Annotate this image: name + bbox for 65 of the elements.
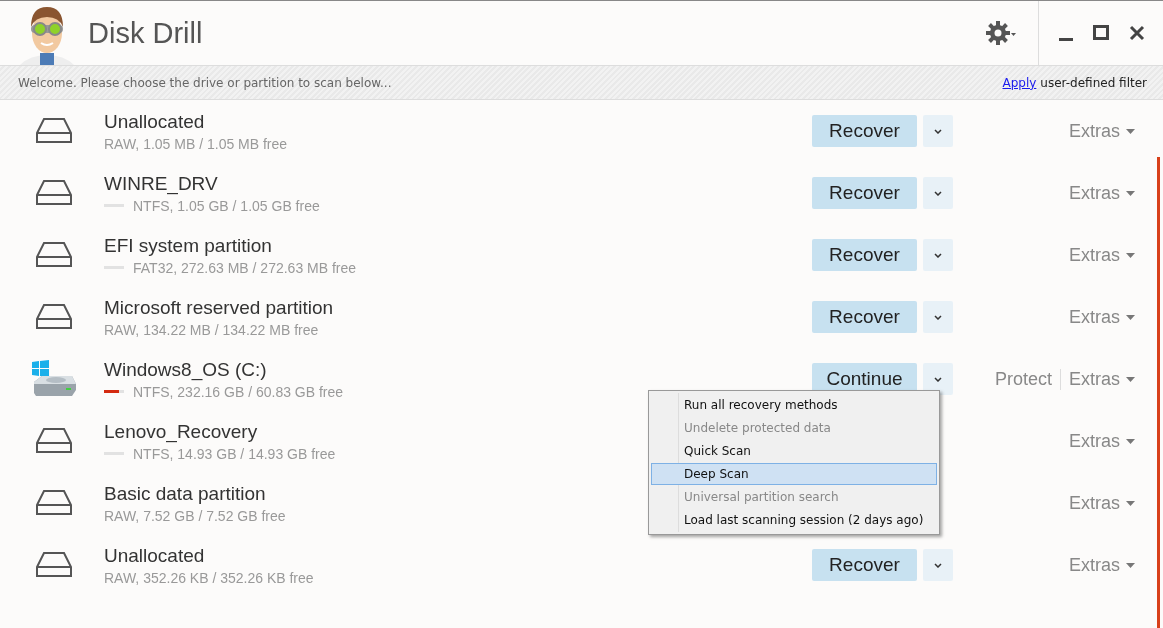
drive-name: Basic data partition xyxy=(104,482,266,505)
caret-down-icon xyxy=(1126,252,1135,258)
close-icon xyxy=(1129,25,1145,41)
chevron-down-icon xyxy=(934,562,942,568)
caret-down-icon xyxy=(1126,128,1135,134)
chevron-down-icon xyxy=(934,252,942,258)
scan-options-button[interactable] xyxy=(923,301,953,333)
caret-down-icon xyxy=(1126,376,1135,382)
welcome-message: Welcome. Please choose the drive or partition to scan below... xyxy=(18,75,392,90)
scan-button[interactable]: Recover xyxy=(812,301,917,333)
scan-options-button[interactable] xyxy=(923,115,953,147)
hard-drive-icon xyxy=(36,303,72,331)
chevron-down-icon xyxy=(934,376,942,382)
minimize-icon xyxy=(1059,37,1073,41)
scan-options-button[interactable] xyxy=(923,177,953,209)
drive-details: NTFS, 14.93 GB / 14.93 GB free xyxy=(133,445,336,462)
drive-name: Microsoft reserved partition xyxy=(104,296,334,319)
apply-filter-link[interactable]: Apply xyxy=(1002,75,1037,90)
drive-name: Unallocated xyxy=(104,544,205,567)
drive-name: Windows8_OS (C:) xyxy=(104,358,267,381)
scan-button[interactable]: Recover xyxy=(812,177,917,209)
hard-drive-icon xyxy=(36,241,72,269)
hard-drive-icon xyxy=(36,427,72,455)
chevron-down-icon xyxy=(934,128,942,134)
drive-details: RAW, 1.05 MB / 1.05 MB free xyxy=(104,135,288,152)
caret-down-icon xyxy=(1126,314,1135,320)
drive-details: RAW, 7.52 GB / 7.52 GB free xyxy=(104,507,286,524)
window-title: Disk Drill xyxy=(88,16,204,50)
caret-down-icon xyxy=(1126,190,1135,196)
drive-details: FAT32, 272.63 MB / 272.63 MB free xyxy=(133,259,357,276)
menu-item[interactable]: Run all recovery methods xyxy=(651,394,937,416)
scan-button[interactable]: Recover xyxy=(812,115,917,147)
settings-button[interactable] xyxy=(986,21,1018,45)
caret-down-icon xyxy=(1126,438,1135,444)
hard-drive-icon xyxy=(36,551,72,579)
hard-drive-icon xyxy=(36,179,72,207)
chevron-down-icon xyxy=(934,314,942,320)
scan-options-button[interactable] xyxy=(923,239,953,271)
drive-name: EFI system partition xyxy=(104,234,272,257)
filter-label: user-defined filter xyxy=(1040,75,1147,90)
drive-details: RAW, 134.22 MB / 134.22 MB free xyxy=(104,321,319,338)
system-drive-icon xyxy=(30,360,78,398)
caret-down-icon xyxy=(1126,562,1135,568)
drive-details: NTFS, 232.16 GB / 60.83 GB free xyxy=(133,383,344,400)
close-button[interactable] xyxy=(1129,25,1145,41)
hard-drive-icon xyxy=(36,489,72,517)
gear-icon xyxy=(986,21,1018,45)
scan-button[interactable]: Recover xyxy=(812,239,917,271)
usage-bar xyxy=(104,390,124,393)
scan-button[interactable]: Recover xyxy=(812,549,917,581)
menu-item[interactable]: Quick Scan xyxy=(651,440,937,462)
drive-details: RAW, 352.26 KB / 352.26 KB free xyxy=(104,569,314,586)
drive-name: Lenovo_Recovery xyxy=(104,420,258,443)
drive-details: NTFS, 1.05 GB / 1.05 GB free xyxy=(133,197,320,214)
scan-options-button[interactable] xyxy=(923,363,953,395)
drive-name: Unallocated xyxy=(104,110,205,133)
menu-item[interactable]: Load last scanning session (2 days ago) xyxy=(651,509,937,531)
maximize-button[interactable] xyxy=(1093,25,1109,41)
chevron-down-icon xyxy=(934,190,942,196)
menu-item[interactable]: Deep Scan xyxy=(651,463,937,485)
drive-name: WINRE_DRV xyxy=(104,172,218,195)
hard-drive-icon xyxy=(36,117,72,145)
maximize-icon xyxy=(1093,25,1109,41)
caret-down-icon xyxy=(1126,500,1135,506)
scan-options-button[interactable] xyxy=(923,549,953,581)
